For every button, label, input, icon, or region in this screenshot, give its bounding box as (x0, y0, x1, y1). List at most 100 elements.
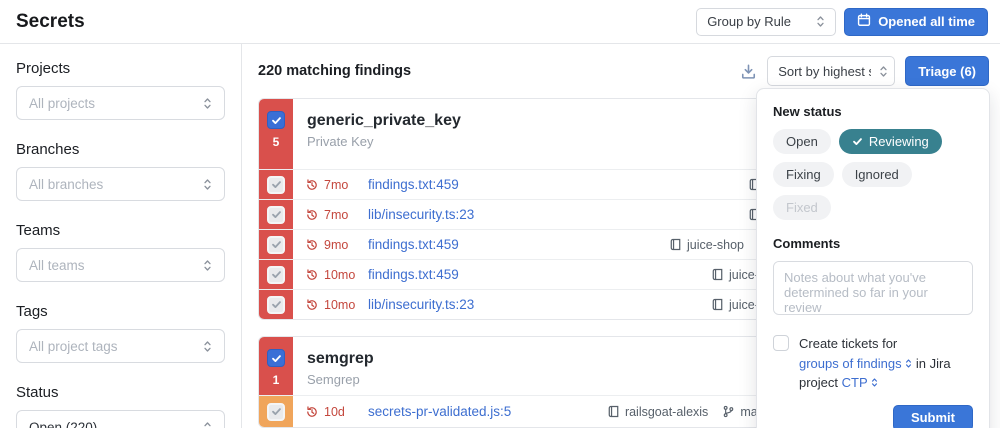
row-checkbox[interactable] (267, 296, 285, 314)
group-by-value: Group by Rule (707, 14, 791, 29)
comments-textarea[interactable] (773, 261, 973, 315)
ticket-project-select[interactable]: CTP (842, 375, 878, 390)
row-checkbox[interactable] (267, 266, 285, 284)
history-icon (305, 268, 319, 282)
ticket-groups-label: groups of findings (799, 356, 902, 371)
check-icon (271, 299, 282, 310)
ticket-groups-select[interactable]: groups of findings (799, 356, 912, 371)
finding-age: 7mo (324, 178, 358, 192)
group-header-text: generic_private_key Private Key (293, 99, 461, 169)
ticket-prefix: Create tickets for (799, 336, 897, 351)
status-chip-open[interactable]: Open (773, 129, 831, 154)
check-icon (271, 353, 282, 364)
group-by-select[interactable]: Group by Rule (696, 8, 836, 36)
projects-select[interactable]: All projects (16, 86, 225, 120)
opened-all-time-button[interactable]: Opened all time (844, 8, 988, 36)
group-rule-type: Private Key (307, 134, 461, 149)
triage-button[interactable]: Triage (6) (905, 56, 989, 86)
submit-row: Submit (773, 405, 973, 428)
row-checkbox[interactable] (267, 206, 285, 224)
calendar-icon (857, 13, 871, 30)
chevron-updown-icon (816, 15, 825, 28)
teams-select[interactable]: All teams (16, 248, 225, 282)
severity-strip (259, 290, 293, 319)
create-tickets-checkbox[interactable] (773, 335, 789, 351)
row-checkbox[interactable] (267, 236, 285, 254)
filter-label: Projects (16, 60, 225, 77)
status-select[interactable]: Open (220) (16, 410, 225, 428)
ticket-mid: in (916, 356, 926, 371)
status-chip-reviewing-label: Reviewing (869, 134, 929, 149)
filter-status: Status Open (220) (16, 384, 225, 428)
check-icon (271, 269, 282, 280)
chevron-updown-icon (203, 340, 212, 353)
row-checkbox[interactable] (267, 403, 285, 421)
submit-button[interactable]: Submit (893, 405, 973, 428)
severity-strip: 5 (259, 99, 293, 169)
triage-popover: New status Open Reviewing Fixing Ignored… (756, 88, 990, 428)
finding-path-link[interactable]: lib/insecurity.ts:23 (368, 207, 474, 222)
history-icon (305, 208, 319, 222)
history-icon (305, 405, 319, 419)
history-icon (305, 238, 319, 252)
group-rule-name: semgrep (307, 350, 374, 368)
new-status-label: New status (773, 104, 973, 119)
chevron-updown-icon (203, 178, 212, 191)
filter-label: Tags (16, 303, 225, 320)
download-icon[interactable] (740, 63, 757, 80)
severity-strip: 1 (259, 337, 293, 395)
finding-age: 7mo (324, 208, 358, 222)
filter-label: Status (16, 384, 225, 401)
check-icon (271, 209, 282, 220)
tags-select-value: All project tags (29, 339, 118, 354)
secrets-page: Secrets Group by Rule Opened all time Pr… (0, 0, 1000, 428)
finding-path-link[interactable]: secrets-pr-validated.js:5 (368, 404, 511, 419)
projects-select-value: All projects (29, 96, 95, 111)
group-count-badge: 5 (273, 135, 280, 149)
branches-select[interactable]: All branches (16, 167, 225, 201)
finding-age: 10mo (324, 298, 358, 312)
group-checkbox[interactable] (267, 349, 285, 367)
repo-meta: juice-shop (669, 238, 744, 252)
create-tickets-text: Create tickets for groups of findings in… (799, 334, 973, 393)
severity-strip (259, 396, 293, 427)
finding-age: 9mo (324, 238, 358, 252)
matching-findings-count: 220 matching findings (258, 63, 411, 79)
finding-path-link[interactable]: findings.txt:459 (368, 177, 459, 192)
teams-select-value: All teams (29, 258, 85, 273)
repo-name: railsgoat-alexis (625, 405, 708, 419)
tags-select[interactable]: All project tags (16, 329, 225, 363)
check-icon (271, 239, 282, 250)
sort-select[interactable]: Sort by highest severity (767, 56, 895, 86)
finding-path-link[interactable]: lib/insecurity.ts:23 (368, 297, 474, 312)
filter-label: Teams (16, 222, 225, 239)
chevron-updown-icon (905, 358, 912, 369)
status-chip-fixing[interactable]: Fixing (773, 162, 834, 187)
status-select-value: Open (220) (29, 420, 97, 428)
chevron-updown-icon (879, 65, 888, 78)
group-rule-name: generic_private_key (307, 112, 461, 130)
branches-select-value: All branches (29, 177, 103, 192)
status-chip-ignored[interactable]: Ignored (842, 162, 912, 187)
repo-icon (711, 268, 724, 281)
group-rule-type: Semgrep (307, 372, 374, 387)
filter-tags: Tags All project tags (16, 303, 225, 363)
finding-path-link[interactable]: findings.txt:459 (368, 267, 459, 282)
history-icon (305, 298, 319, 312)
status-chips: Open Reviewing Fixing Ignored Fixed (773, 129, 973, 220)
severity-strip (259, 200, 293, 229)
toolbar-controls: Sort by highest severity Triage (6) (740, 56, 989, 86)
branch-icon (722, 405, 735, 418)
repo-meta: railsgoat-alexis (607, 405, 708, 419)
findings-toolbar: 220 matching findings Sort by highest se… (258, 56, 989, 86)
row-checkbox[interactable] (267, 176, 285, 194)
submit-button-label: Submit (911, 410, 955, 425)
group-checkbox[interactable] (267, 111, 285, 129)
status-chip-fixed: Fixed (773, 195, 831, 220)
status-chip-reviewing[interactable]: Reviewing (839, 129, 942, 154)
check-icon (271, 179, 282, 190)
repo-icon (669, 238, 682, 251)
finding-path-link[interactable]: findings.txt:459 (368, 237, 459, 252)
chevron-updown-icon (203, 421, 212, 428)
check-icon (271, 115, 282, 126)
